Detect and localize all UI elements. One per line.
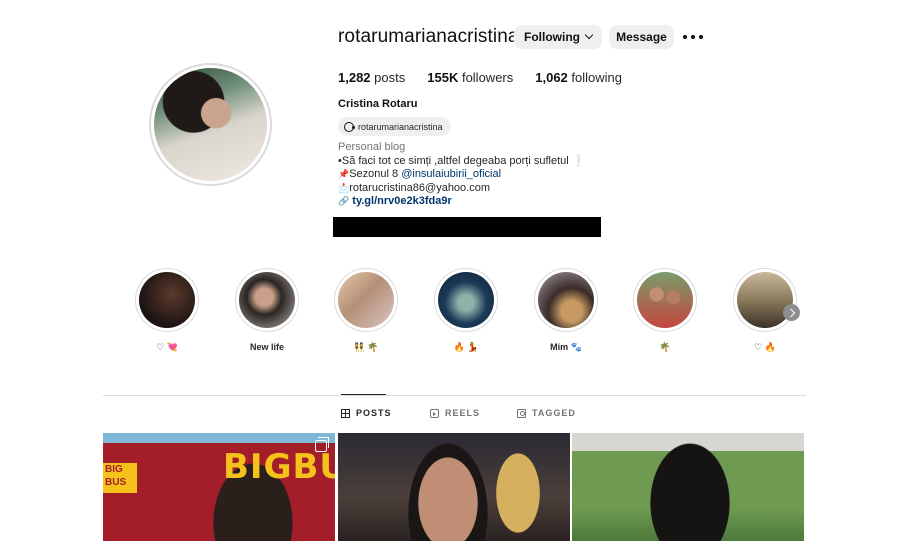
posts-count: 1,282 — [338, 70, 371, 85]
following-button[interactable]: Following — [514, 25, 602, 49]
bio-email: rotarucristina86@yahoo.com — [349, 181, 491, 194]
grid-icon — [341, 408, 350, 418]
message-button[interactable]: Message — [609, 25, 674, 49]
threads-badge[interactable]: rotarumarianacristina — [338, 117, 451, 136]
tabs-divider — [103, 395, 806, 396]
bio: Personal blog •Să faci tot ce simți ,alt… — [338, 141, 668, 209]
tab-reels[interactable]: REELS — [430, 408, 480, 418]
profile-category: Personal blog — [338, 141, 406, 153]
highlight-label: 🔥 💃 — [453, 342, 479, 352]
highlight-item[interactable]: 🔥 💃 — [434, 268, 498, 354]
profile-avatar[interactable] — [149, 63, 272, 186]
link-icon: 🔗 — [338, 196, 350, 206]
bio-mention-link[interactable]: @insulaiubirii_oficial — [401, 168, 501, 180]
highlight-item[interactable]: 🌴 — [633, 268, 697, 354]
followers-label: followers — [461, 70, 514, 85]
bio-line: 📩rotarucristina86@yahoo.com — [338, 182, 668, 196]
post-sign-text: BIGBU — [223, 447, 335, 487]
threads-icon — [344, 121, 355, 132]
highlight-label: ♡ 🔥 — [754, 342, 776, 352]
full-name: Cristina Rotaru — [338, 98, 418, 110]
username: rotarumarianacristina — [338, 26, 519, 47]
highlights-next-arrow-icon[interactable] — [783, 304, 800, 321]
threads-handle: rotarumarianacristina — [358, 121, 443, 132]
tagged-icon — [517, 408, 526, 418]
tab-reels-label: REELS — [445, 408, 481, 418]
highlight-label: 🌴 — [659, 342, 671, 352]
avatar-image — [154, 68, 267, 181]
highlight-cover — [538, 272, 594, 328]
pushpin-icon: 📌 — [338, 169, 350, 179]
highlight-item[interactable]: New life — [235, 268, 299, 354]
more-options-icon[interactable] — [683, 30, 703, 44]
highlight-label: Mim 🐾 — [550, 342, 582, 352]
highlight-item[interactable]: ♡ 💘 — [135, 268, 199, 354]
bio-link[interactable]: ty.gl/nrv0e2k3fda9r — [352, 195, 451, 207]
following-stat[interactable]: 1,062 following — [535, 70, 622, 85]
highlight-cover — [239, 272, 295, 328]
tab-posts[interactable]: POSTS — [341, 408, 392, 418]
mailbox-icon: 📩 — [338, 182, 350, 193]
redaction-bar — [333, 217, 601, 237]
followers-count: 155K — [427, 70, 459, 85]
following-button-label: Following — [524, 30, 580, 44]
bio-line: 📌Sezonul 8 @insulaiubirii_oficial — [338, 168, 668, 182]
bio-season-text: Sezonul 8 — [349, 168, 402, 180]
highlight-label: New life — [249, 342, 284, 352]
followers-stat[interactable]: 155K followers — [427, 70, 513, 85]
highlight-item[interactable]: Mim 🐾 — [534, 268, 598, 354]
highlight-item[interactable]: 👯 🌴 — [334, 268, 398, 354]
following-label: following — [571, 70, 623, 85]
reels-icon — [430, 408, 439, 418]
posts-label: posts — [374, 70, 406, 85]
following-count: 1,062 — [535, 70, 568, 85]
tab-posts-label: POSTS — [356, 408, 392, 418]
highlight-cover — [139, 272, 195, 328]
highlight-label: 👯 🌴 — [353, 342, 379, 352]
post-thumbnail[interactable]: BIGBU BIG BUS — [103, 433, 335, 541]
message-button-label: Message — [616, 30, 667, 44]
chevron-down-icon — [584, 30, 594, 40]
highlight-cover — [737, 272, 793, 328]
highlight-cover — [637, 272, 693, 328]
active-tab-indicator — [341, 394, 386, 395]
post-logo-text: BIG BUS — [103, 463, 137, 493]
highlight-label: ♡ 💘 — [156, 342, 178, 352]
username-row: rotarumarianacristina ✓ — [338, 25, 541, 49]
highlight-cover — [438, 272, 494, 328]
post-thumbnail[interactable] — [338, 433, 570, 541]
bio-line: •Să faci tot ce simți ,altfel degeaba po… — [338, 154, 586, 167]
bio-link-row[interactable]: 🔗 ty.gl/nrv0e2k3fda9r — [338, 195, 668, 209]
post-thumbnail[interactable] — [572, 433, 804, 541]
tab-tagged-label: TAGGED — [532, 408, 576, 418]
profile-stats: 1,282 posts 155K followers 1,062 followi… — [338, 70, 644, 85]
carousel-icon — [315, 437, 329, 452]
tab-tagged[interactable]: TAGGED — [517, 408, 576, 418]
highlight-cover — [338, 272, 394, 328]
posts-stat: 1,282 posts — [338, 70, 405, 85]
